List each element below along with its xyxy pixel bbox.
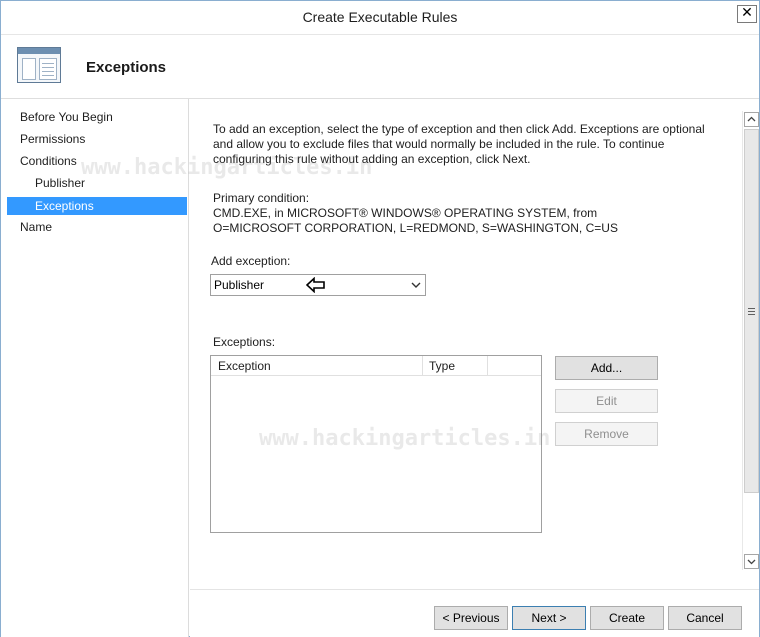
edit-button[interactable]: Edit <box>555 389 658 413</box>
pointer-arrow-icon <box>306 277 325 293</box>
window-title: Create Executable Rules <box>302 9 458 25</box>
scroll-down-button[interactable] <box>744 554 759 569</box>
exceptions-list[interactable]: Exception Type <box>210 355 542 533</box>
page-header: Exceptions <box>1 35 759 99</box>
primary-condition-value: CMD.EXE, in MICROSOFT® WINDOWS® OPERATIN… <box>213 206 618 235</box>
cancel-button[interactable]: Cancel <box>668 606 742 630</box>
content-pane: To add an exception, select the type of … <box>190 99 759 589</box>
nav-item-publisher[interactable]: Publisher <box>7 174 187 192</box>
wizard-page-icon <box>17 47 61 83</box>
nav-item-exceptions[interactable]: Exceptions <box>7 197 187 215</box>
nav-item-before-you-begin[interactable]: Before You Begin <box>7 108 187 126</box>
nav-item-name[interactable]: Name <box>7 218 187 236</box>
scroll-thumb[interactable] <box>744 129 759 493</box>
instructions-text: To add an exception, select the type of … <box>213 122 705 166</box>
chevron-down-icon <box>747 559 756 565</box>
remove-button[interactable]: Remove <box>555 422 658 446</box>
add-button[interactable]: Add... <box>555 356 658 380</box>
wizard-window: Create Executable Rules ✕ Exceptions Bef… <box>0 0 760 637</box>
close-icon[interactable]: ✕ <box>737 5 757 23</box>
create-button[interactable]: Create <box>590 606 664 630</box>
exceptions-list-header: Exception Type <box>211 356 541 376</box>
wizard-nav: Before You Begin Permissions Conditions … <box>1 99 189 637</box>
nav-item-permissions[interactable]: Permissions <box>7 130 187 148</box>
add-exception-label: Add exception: <box>211 254 291 268</box>
primary-condition-label: Primary condition: <box>213 191 310 205</box>
previous-button[interactable]: < Previous <box>434 606 508 630</box>
column-header-type[interactable]: Type <box>423 356 488 376</box>
scroll-up-button[interactable] <box>744 112 759 127</box>
page-title: Exceptions <box>86 59 167 76</box>
chevron-up-icon <box>747 116 756 122</box>
next-button[interactable]: Next > <box>512 606 586 630</box>
vertical-scrollbar[interactable] <box>742 111 759 570</box>
add-exception-selected-value: Publisher <box>214 278 265 292</box>
title-bar: Create Executable Rules ✕ <box>1 1 759 35</box>
column-header-exception[interactable]: Exception <box>211 356 423 376</box>
wizard-footer: < Previous Next > Create Cancel <box>190 589 759 637</box>
exceptions-label: Exceptions: <box>213 335 276 349</box>
nav-item-conditions[interactable]: Conditions <box>7 152 187 170</box>
chevron-down-icon <box>411 282 421 288</box>
